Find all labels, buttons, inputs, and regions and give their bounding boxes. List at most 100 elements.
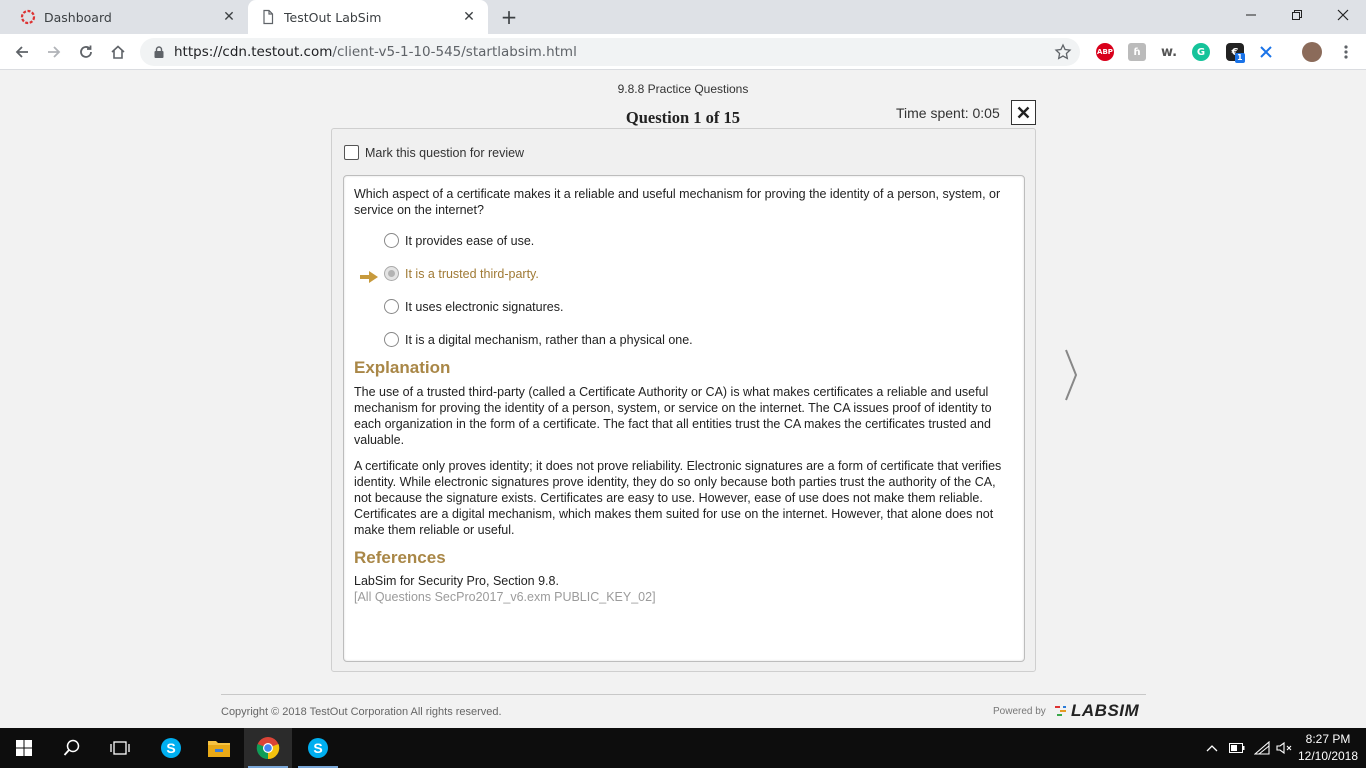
search-button[interactable] xyxy=(48,728,96,768)
restore-icon xyxy=(1292,10,1302,20)
minimize-button[interactable] xyxy=(1228,0,1274,30)
question-id: [All Questions SecPro2017_v6.exm PUBLIC_… xyxy=(354,590,656,604)
mark-review-label: Mark this question for review xyxy=(365,145,525,160)
url-text: https://cdn.testout.com/client-v5-1-10-5… xyxy=(174,44,577,60)
answer-label: It is a trusted third-party. xyxy=(405,266,539,281)
logo-text: LABSIM xyxy=(1071,701,1140,720)
question-text: Which aspect of a certificate makes it a… xyxy=(354,187,1001,217)
new-tab-button[interactable]: + xyxy=(498,6,520,28)
checkbox[interactable] xyxy=(344,145,359,160)
radio-button[interactable] xyxy=(384,266,399,281)
windows-logo-icon xyxy=(16,740,32,756)
start-button[interactable] xyxy=(0,728,48,768)
powered-by-text: Powered by xyxy=(993,706,1046,717)
folder-icon xyxy=(208,741,230,757)
time-spent: Time spent: 0:05 xyxy=(896,105,1000,121)
answer-label: It is a digital mechanism, rather than a… xyxy=(405,332,693,347)
w-icon[interactable]: w. xyxy=(1160,43,1178,61)
hola-icon[interactable]: ɦ xyxy=(1128,43,1146,61)
skype-icon: S xyxy=(161,738,181,758)
task-view-button[interactable] xyxy=(96,728,144,768)
close-tab-icon[interactable]: ✕ xyxy=(460,8,478,26)
windows-taskbar: S S 8:27 PM 12/10/2018 xyxy=(0,728,1366,768)
show-hidden-icons-chevron-icon[interactable] xyxy=(1204,738,1220,758)
tabs-icon[interactable] xyxy=(1257,43,1275,61)
radio-button[interactable] xyxy=(384,332,399,347)
answer-option[interactable]: It is a digital mechanism, rather than a… xyxy=(384,332,693,347)
url-host: https://cdn.testout.com xyxy=(174,44,333,60)
forward-button[interactable] xyxy=(42,40,66,64)
clock-time: 8:27 PM xyxy=(1305,732,1351,746)
logo-stripes-icon xyxy=(1055,706,1066,716)
taskbar-skype[interactable]: S xyxy=(147,728,195,768)
labsim-logo: LABSIM xyxy=(1055,701,1139,721)
radio-button[interactable] xyxy=(384,299,399,314)
browser-toolbar: https://cdn.testout.com/client-v5-1-10-5… xyxy=(0,34,1366,70)
answer-label: It uses electronic signatures. xyxy=(405,299,564,314)
answer-option[interactable]: It provides ease of use. xyxy=(384,233,534,248)
back-button[interactable] xyxy=(10,40,34,64)
taskbar-file-explorer[interactable] xyxy=(195,728,243,768)
copyright-text: Copyright © 2018 TestOut Corporation All… xyxy=(221,706,502,718)
task-view-icon xyxy=(110,741,130,755)
reference-text: LabSim for Security Pro, Section 9.8. xyxy=(354,574,559,588)
tab-dashboard[interactable]: Dashboard ✕ xyxy=(8,0,248,34)
profile-avatar[interactable] xyxy=(1302,42,1322,62)
footer-divider xyxy=(221,694,1146,695)
volume-muted-icon[interactable] xyxy=(1275,738,1293,758)
search-icon xyxy=(63,739,80,756)
browser-tab-strip: Dashboard ✕ TestOut LabSim ✕ + xyxy=(0,0,1366,34)
metamask-icon[interactable]: € 1 xyxy=(1226,43,1245,63)
battery-icon[interactable] xyxy=(1228,738,1246,758)
tab-testout-labsim[interactable]: TestOut LabSim ✕ xyxy=(248,0,488,34)
tab-title: Dashboard xyxy=(44,9,112,25)
wifi-icon[interactable] xyxy=(1253,738,1271,758)
close-tab-icon[interactable]: ✕ xyxy=(220,8,238,26)
taskbar-skype-running[interactable]: S xyxy=(294,728,342,768)
taskbar-chrome[interactable] xyxy=(244,728,292,768)
url-path: /client-v5-1-10-545/startlabsim.html xyxy=(332,44,577,60)
home-button[interactable] xyxy=(106,40,130,64)
question-content: Which aspect of a certificate makes it a… xyxy=(343,175,1025,662)
more-vert-icon xyxy=(1344,45,1348,59)
home-icon xyxy=(111,45,125,59)
explanation-paragraph: The use of a trusted third-party (called… xyxy=(354,385,992,447)
bookmark-star-icon[interactable] xyxy=(1054,43,1072,61)
close-window-button[interactable] xyxy=(1320,0,1366,30)
skype-icon: S xyxy=(308,738,328,758)
back-arrow-icon xyxy=(15,46,28,58)
lock-icon xyxy=(154,46,164,58)
chrome-icon xyxy=(256,737,280,760)
restore-button[interactable] xyxy=(1274,0,1320,30)
grammarly-icon[interactable]: G xyxy=(1192,43,1210,61)
answer-label: It provides ease of use. xyxy=(405,233,535,248)
extension-badge: 1 xyxy=(1235,53,1245,63)
mark-review-checkbox[interactable]: Mark this question for review xyxy=(344,145,524,160)
correct-answer-arrow-icon xyxy=(360,271,378,283)
radio-button[interactable] xyxy=(384,233,399,248)
reload-icon xyxy=(80,45,92,58)
page-icon xyxy=(263,9,274,25)
next-question-chevron-icon[interactable] xyxy=(1061,348,1081,402)
labsim-page: 9.8.8 Practice Questions Question 1 of 1… xyxy=(0,71,1366,728)
minimize-icon xyxy=(1246,14,1256,16)
section-title: 9.8.8 Practice Questions xyxy=(617,82,749,96)
explanation-heading: Explanation xyxy=(354,358,451,377)
reload-button[interactable] xyxy=(74,40,98,64)
clock-date: 12/10/2018 xyxy=(1297,749,1359,763)
close-icon xyxy=(1337,9,1349,21)
tab-title: TestOut LabSim xyxy=(284,9,382,25)
testout-favicon xyxy=(20,9,36,25)
forward-arrow-icon xyxy=(48,46,61,58)
adblock-plus-icon[interactable]: ABP xyxy=(1096,43,1114,61)
references-heading: References xyxy=(354,548,446,567)
answer-option-correct[interactable]: It is a trusted third-party. xyxy=(384,266,539,281)
svg-text:S: S xyxy=(166,740,175,756)
answer-option[interactable]: It uses electronic signatures. xyxy=(384,299,563,314)
address-bar[interactable]: https://cdn.testout.com/client-v5-1-10-5… xyxy=(140,38,1080,66)
system-clock[interactable]: 8:27 PM 12/10/2018 xyxy=(1294,731,1362,765)
close-quiz-button[interactable] xyxy=(1011,100,1036,125)
explanation-paragraph: A certificate only proves identity; it d… xyxy=(354,459,1002,537)
question-panel: Mark this question for review Which aspe… xyxy=(331,128,1036,672)
chrome-menu-button[interactable] xyxy=(1334,40,1358,64)
